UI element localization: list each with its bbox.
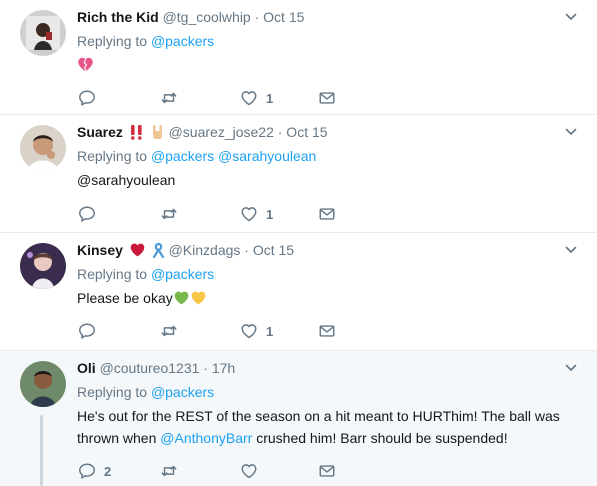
display-name[interactable]: Oli [77, 360, 96, 376]
retweet-button[interactable] [160, 461, 186, 481]
reply-icon [78, 205, 96, 223]
mention-link[interactable]: @packers [151, 266, 214, 282]
handle-and-time[interactable]: @coutureo1231 · 17h [100, 360, 236, 376]
green-heart-emoji [173, 290, 190, 306]
handle-and-time[interactable]: @Kinzdags · Oct 15 [169, 242, 295, 258]
replying-to: Replying to @packers [77, 383, 567, 401]
display-name[interactable]: Kinsey [77, 242, 123, 258]
replying-to-label: Replying to [77, 148, 148, 164]
retweet-button[interactable] [160, 321, 186, 341]
retweet-button[interactable] [160, 204, 186, 224]
reply-button[interactable] [78, 88, 104, 108]
display-name[interactable]: Rich the Kid [77, 9, 159, 25]
heart-icon [240, 205, 258, 223]
retweet-button[interactable] [160, 88, 186, 108]
replying-to-label: Replying to [77, 33, 148, 49]
avatar[interactable] [20, 10, 66, 56]
handle-and-time[interactable]: @suarez_jose22 · Oct 15 [169, 124, 328, 140]
mention-link[interactable]: @packers @sarahyoulean [151, 148, 316, 164]
red-heart-emoji [129, 242, 146, 258]
direct-message-button[interactable] [318, 461, 336, 481]
like-button[interactable] [240, 461, 266, 481]
tweet-text [77, 54, 567, 76]
like-button[interactable]: 1 [240, 204, 273, 224]
chevron-down-icon[interactable] [565, 245, 577, 255]
reply-button[interactable]: 2 [78, 461, 111, 481]
like-count: 1 [266, 90, 274, 106]
reply-icon [78, 462, 96, 480]
yellow-heart-emoji [190, 290, 207, 306]
tweet-text-line: He's out for the REST of the season on a… [77, 408, 560, 424]
rock-hand-emoji [152, 125, 162, 139]
chevron-down-icon[interactable] [565, 127, 577, 137]
reply-icon [78, 89, 96, 107]
tweet-text-part: thrown when [77, 430, 161, 446]
like-count: 1 [266, 206, 274, 222]
reply-icon [78, 322, 96, 340]
mail-icon [318, 462, 336, 480]
broken-heart-emoji [78, 57, 93, 72]
mail-icon [318, 205, 336, 223]
tweet-text: Please be okay [77, 287, 567, 309]
heart-icon [240, 462, 258, 480]
mail-icon [318, 89, 336, 107]
like-button[interactable]: 1 [240, 88, 273, 108]
replying-to: Replying to @packers [77, 32, 567, 50]
mail-icon [318, 322, 336, 340]
avatar[interactable] [20, 361, 66, 407]
thread-line [40, 415, 43, 486]
tweet-text-content: Please be okay [77, 290, 173, 306]
tweet-text-line: thrown when @AnthonyBarr crushed him! Ba… [77, 427, 567, 449]
display-name[interactable]: Suarez [77, 124, 123, 140]
tweet[interactable]: Oli @coutureo1231 · 17h Replying to @pac… [0, 351, 597, 486]
tweet[interactable]: Suarez @suarez_jose22 · Oct 15 Replying … [0, 115, 597, 233]
tweet[interactable]: Kinsey @Kinzdags · Oct 15 Replying to @p… [0, 233, 597, 351]
tweet-text: @sarahyoulean [77, 169, 567, 191]
retweet-icon [160, 322, 178, 340]
replying-to: Replying to @packers [77, 265, 567, 283]
handle-and-time[interactable]: @tg_coolwhip · Oct 15 [163, 9, 305, 25]
tweet-text: He's out for the REST of the season on a… [77, 405, 567, 449]
reply-button[interactable] [78, 321, 104, 341]
awareness-ribbon-emoji [152, 242, 164, 258]
heart-icon [240, 322, 258, 340]
replying-to: Replying to @packers @sarahyoulean [77, 147, 567, 165]
tweet[interactable]: Rich the Kid @tg_coolwhip · Oct 15 Reply… [0, 0, 597, 115]
reply-count: 2 [104, 463, 112, 479]
retweet-icon [160, 462, 178, 480]
chevron-down-icon[interactable] [565, 12, 577, 22]
mention-link[interactable]: @packers [151, 384, 214, 400]
direct-message-button[interactable] [318, 88, 336, 108]
direct-message-button[interactable] [318, 204, 336, 224]
retweet-icon [160, 89, 178, 107]
heart-icon [240, 89, 258, 107]
like-count: 1 [266, 323, 274, 339]
reply-button[interactable] [78, 204, 104, 224]
like-button[interactable]: 1 [240, 321, 273, 341]
replying-to-label: Replying to [77, 266, 148, 282]
avatar[interactable] [20, 243, 66, 289]
tweet-text-part: crushed him! Barr should be suspended! [252, 430, 508, 446]
replying-to-label: Replying to [77, 384, 148, 400]
retweet-icon [160, 205, 178, 223]
chevron-down-icon[interactable] [565, 363, 577, 373]
mention-link[interactable]: @packers [151, 33, 214, 49]
tweet-text-content: @sarahyoulean [77, 172, 176, 188]
tweet-text-part: @AnthonyBarr [160, 430, 253, 446]
avatar[interactable] [20, 125, 66, 171]
direct-message-button[interactable] [318, 321, 336, 341]
double-exclamation-emoji [130, 125, 142, 140]
